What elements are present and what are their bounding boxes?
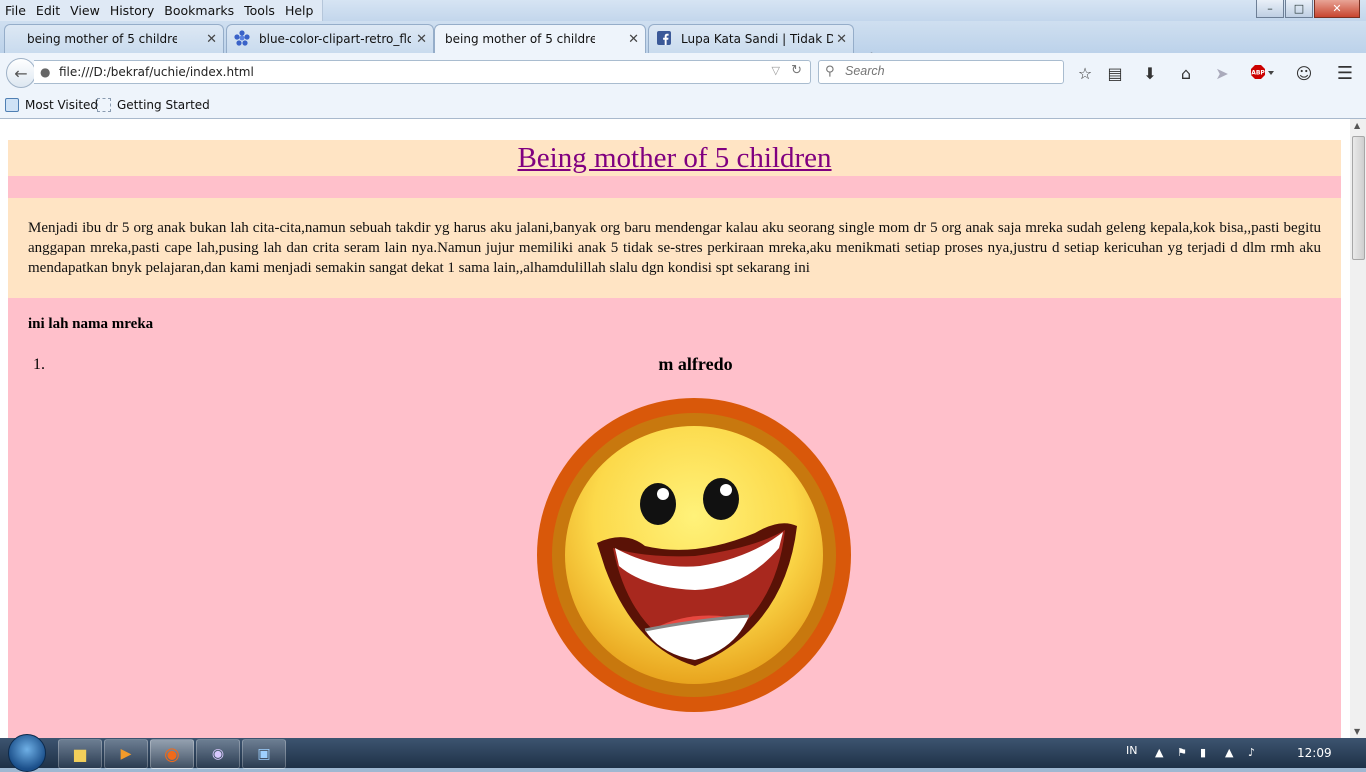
blue-flower-icon — [233, 29, 251, 49]
menu-tools[interactable]: Tools — [239, 0, 280, 21]
tab-title: Lupa Kata Sandi | Tidak Da... — [681, 32, 833, 46]
window-titlebar: File Edit View History Bookmarks Tools H… — [0, 0, 1366, 21]
window-icon: ▣ — [257, 746, 271, 762]
tab-close-icon[interactable]: ✕ — [836, 32, 847, 47]
close-window-button[interactable]: ✕ — [1314, 0, 1360, 18]
names-heading: ini lah nama mreka — [28, 316, 154, 332]
window-controls: – □ ✕ — [1256, 0, 1360, 18]
pink-divider — [8, 176, 1341, 198]
tab-title: being mother of 5 children — [27, 32, 177, 46]
facebook-icon — [655, 30, 673, 48]
bookmark-most-visited[interactable]: Most Visited — [5, 98, 98, 112]
url-text[interactable]: file:///D:/bekraf/uchie/index.html — [59, 65, 254, 79]
menu-bookmarks[interactable]: Bookmarks — [159, 0, 239, 21]
tab-1[interactable]: being mother of 5 children ✕ — [4, 24, 224, 53]
page-content: Being mother of 5 children Menjadi ibu d… — [8, 140, 1341, 738]
reading-list-icon[interactable]: ▤ — [1104, 64, 1126, 83]
reload-icon[interactable]: ↻ — [791, 63, 802, 78]
media-player-icon: ▶ — [120, 746, 132, 762]
tab-close-icon[interactable]: ✕ — [416, 32, 427, 47]
bookmark-label: Most Visited — [25, 98, 99, 112]
back-arrow-icon: ← — [14, 63, 28, 83]
bookmark-label: Getting Started — [117, 98, 210, 112]
app-taskbar-button[interactable]: ◉ — [196, 739, 240, 769]
tab-3-active[interactable]: being mother of 5 children ✕ — [434, 24, 646, 53]
menu-bar: File Edit View History Bookmarks Tools H… — [0, 0, 324, 21]
most-visited-icon — [5, 98, 19, 112]
share-icon[interactable]: ➤ — [1211, 64, 1233, 83]
tray-expand-icon[interactable]: ▲ — [1155, 746, 1163, 759]
page-title-link[interactable]: Being mother of 5 children — [517, 140, 831, 176]
names-section: ini lah nama mreka 1. m alfredo — [8, 298, 1341, 738]
tab-title: blue-color-clipart-retro_flo... — [259, 32, 411, 46]
menu-help[interactable]: Help — [280, 0, 319, 21]
search-input[interactable] — [843, 63, 1047, 79]
minimize-button[interactable]: – — [1256, 0, 1284, 18]
tab-close-icon[interactable]: ✕ — [628, 32, 639, 47]
search-box[interactable]: ⚲ — [818, 60, 1064, 84]
clock-time[interactable]: 12:09 — [1297, 746, 1332, 760]
volume-icon[interactable]: ♪ — [1248, 746, 1255, 759]
chat-icon[interactable]: ☺ — [1293, 64, 1315, 83]
windows-taskbar: ■ ▶ ◉ ◉ ▣ IN ▲ ⚑ ▮ ▲ ♪ 12:09 — [0, 734, 1366, 772]
flag-icon[interactable]: ⚑ — [1177, 746, 1187, 759]
power-icon[interactable]: ▮ — [1200, 746, 1206, 759]
navigation-toolbar: ← ● file:///D:/bekraf/uchie/index.html ▽… — [0, 53, 1366, 93]
intro-paragraph: Menjadi ibu dr 5 org anak bukan lah cita… — [8, 198, 1341, 298]
tab-title: being mother of 5 children — [445, 32, 595, 46]
tab-4[interactable]: Lupa Kata Sandi | Tidak Da... ✕ — [648, 24, 854, 53]
bookmark-star-icon[interactable]: ☆ — [1074, 64, 1096, 83]
tab-2[interactable]: blue-color-clipart-retro_flo... ✕ — [226, 24, 434, 53]
back-button[interactable]: ← — [6, 58, 36, 88]
search-icon: ⚲ — [825, 64, 835, 79]
downloads-icon[interactable]: ⬇ — [1139, 64, 1161, 83]
globe-icon: ● — [40, 65, 51, 79]
tab-bar: being mother of 5 children ✕ blue-color-… — [0, 21, 1366, 69]
adblock-icon[interactable]: ABP — [1248, 64, 1276, 82]
media-player-taskbar-button[interactable]: ▶ — [104, 739, 148, 769]
scroll-down-arrow-icon[interactable]: ▼ — [1354, 727, 1360, 736]
vertical-scrollbar[interactable]: ▲ ▼ — [1350, 119, 1366, 738]
home-icon[interactable]: ⌂ — [1175, 64, 1197, 83]
tab-close-icon[interactable]: ✕ — [206, 32, 217, 47]
bookmark-getting-started[interactable]: Getting Started — [97, 98, 210, 112]
smiley-face-image — [535, 398, 855, 723]
scrollbar-thumb[interactable] — [1352, 136, 1365, 260]
menu-edit[interactable]: Edit — [31, 0, 65, 21]
page-viewport: Being mother of 5 children Menjadi ibu d… — [0, 119, 1350, 738]
page-icon — [97, 98, 111, 112]
child-name: m alfredo — [658, 354, 733, 374]
title-banner: Being mother of 5 children — [8, 140, 1341, 176]
network-icon[interactable]: ▲ — [1225, 746, 1233, 759]
hamburger-menu-icon[interactable]: ☰ — [1334, 63, 1356, 84]
window-taskbar-button[interactable]: ▣ — [242, 739, 286, 769]
folder-icon: ■ — [72, 744, 88, 764]
maximize-button[interactable]: □ — [1285, 0, 1313, 18]
input-language[interactable]: IN — [1126, 744, 1137, 757]
explorer-taskbar-button[interactable]: ■ — [58, 739, 102, 769]
bookmarks-toolbar: Most Visited Getting Started — [0, 93, 1366, 119]
firefox-icon: ◉ — [164, 743, 180, 765]
app-icon: ◉ — [211, 746, 225, 762]
menu-view[interactable]: View — [65, 0, 105, 21]
start-button[interactable] — [8, 734, 46, 772]
firefox-taskbar-button[interactable]: ◉ — [150, 739, 194, 769]
menu-file[interactable]: File — [0, 0, 31, 21]
scroll-up-arrow-icon[interactable]: ▲ — [1354, 121, 1360, 130]
menu-history[interactable]: History — [105, 0, 159, 21]
svg-text:ABP: ABP — [1251, 70, 1265, 77]
history-dropdown-icon[interactable]: ▽ — [772, 64, 780, 77]
address-bar[interactable]: ● file:///D:/bekraf/uchie/index.html ▽ ↻ — [34, 60, 811, 84]
